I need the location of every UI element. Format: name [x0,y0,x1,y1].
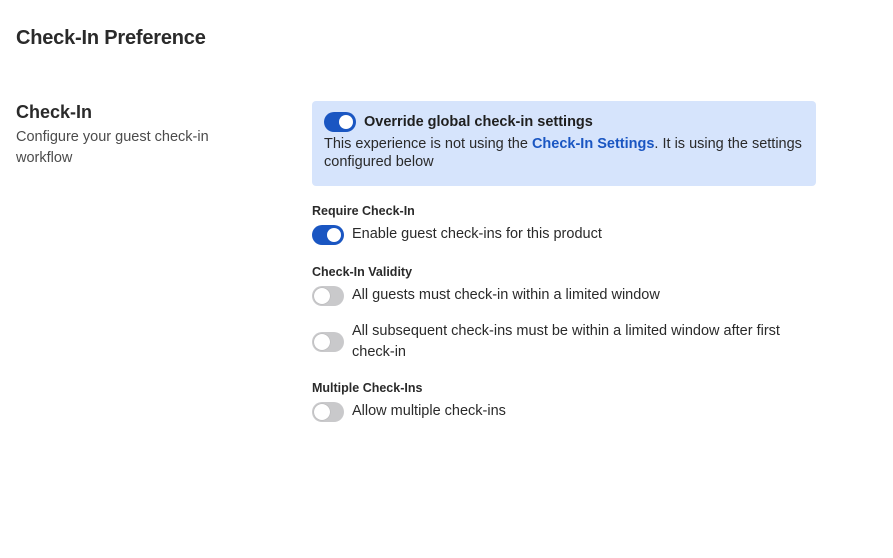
override-banner: Override global check-in settings This e… [312,101,816,186]
toggle-knob [339,115,353,129]
check-in-settings-link[interactable]: Check-In Settings [532,136,654,152]
override-description: This experience is not using the Check-I… [324,135,804,171]
enable-guest-check-ins-label: Enable guest check-ins for this product [352,226,602,242]
limited-window-row: All guests must check-in within a limite… [312,285,660,306]
enable-guest-check-ins-toggle[interactable] [312,224,344,245]
section-header: Check-In Configure your guest check-in w… [16,101,246,169]
section-title: Check-In [16,102,93,122]
multiple-check-ins-toggle[interactable] [312,401,344,422]
toggle-knob [327,227,341,242]
multiple-check-ins-option-label: Allow multiple check-ins [352,403,506,419]
subsequent-window-label: All subsequent check-ins must be within … [352,323,780,360]
limited-window-label: All guests must check-in within a limite… [352,287,660,303]
section-description: Configure your guest check-in workflow [16,129,209,166]
subsequent-window-row: All subsequent check-ins must be within … [312,321,782,363]
require-check-in-label: Require Check-In [312,204,415,218]
toggle-knob [314,403,330,420]
limited-window-toggle[interactable] [312,285,344,306]
subsequent-window-toggle[interactable] [312,332,344,352]
override-text-before: This experience is not using the [324,136,532,152]
require-check-in-row: Enable guest check-ins for this product [312,224,602,245]
multiple-check-ins-label: Multiple Check-Ins [312,381,423,395]
multiple-check-ins-row: Allow multiple check-ins [312,401,506,422]
check-in-settings-panel: Override global check-in settings This e… [312,101,816,422]
check-in-validity-label: Check-In Validity [312,265,413,279]
override-title: Override global check-in settings [364,114,593,130]
toggle-knob [314,287,330,304]
toggle-knob [314,334,330,350]
page-title: Check-In Preference [16,27,206,49]
override-global-toggle[interactable] [324,112,356,132]
